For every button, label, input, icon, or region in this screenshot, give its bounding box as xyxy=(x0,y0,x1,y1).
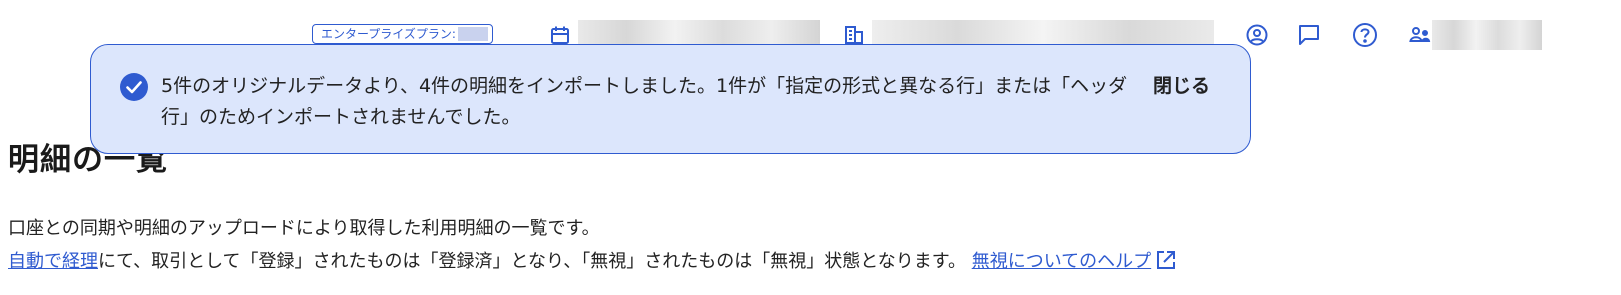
help-icon[interactable] xyxy=(1351,21,1379,49)
description-line-2-text: にて、取引として「登録」されたものは「登録済」となり、「無視」されたものは「無視… xyxy=(98,251,966,272)
close-button[interactable]: 閉じる xyxy=(1153,71,1210,102)
description-line-1: 口座との同期や明細のアップロードにより取得した利用明細の一覧です。 xyxy=(8,218,600,239)
import-result-toast: 5件のオリジナルデータより、4件の明細をインポートしました。1件が「指定の形式と… xyxy=(90,44,1251,154)
auto-accounting-link[interactable]: 自動で経理 xyxy=(8,251,98,272)
users-icon[interactable] xyxy=(1406,21,1434,49)
account-circle-icon[interactable] xyxy=(1243,21,1271,49)
plan-badge: エンタープライズプラン: xyxy=(312,24,493,44)
plan-label: エンタープライズプラン: xyxy=(321,27,456,41)
external-link-icon[interactable] xyxy=(1155,249,1177,282)
page-description: 口座との同期や明細のアップロードにより取得した利用明細の一覧です。 自動で経理に… xyxy=(8,212,1177,282)
toast-message: 5件のオリジナルデータより、4件の明細をインポートしました。1件が「指定の形式と… xyxy=(161,75,1128,128)
plan-name-redacted xyxy=(457,27,488,41)
ignore-help-link[interactable]: 無視についてのヘルプ xyxy=(972,251,1151,272)
description-line-2: 自動で経理にて、取引として「登録」されたものは「登録済」となり、「無視」されたも… xyxy=(8,245,1177,282)
user-name-redacted[interactable] xyxy=(1432,20,1542,50)
check-circle-icon xyxy=(119,72,149,102)
chat-icon[interactable] xyxy=(1295,21,1323,49)
